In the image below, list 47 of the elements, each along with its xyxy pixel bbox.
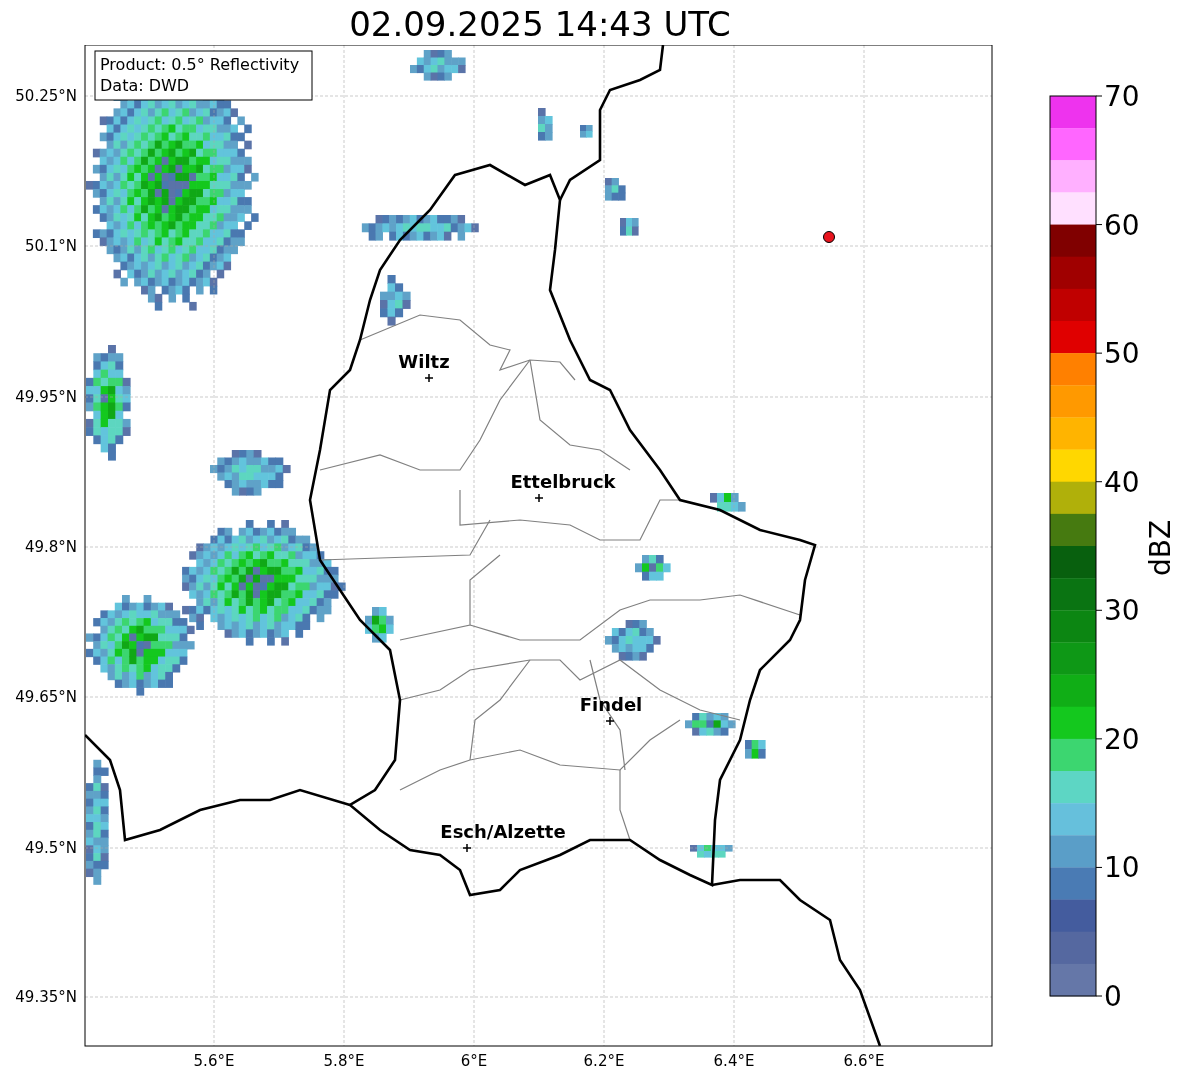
colorbar-tick-label: 30 [1104, 594, 1140, 628]
longitude-label: 6.2°E [583, 1052, 625, 1070]
colorbar-tick-label: 20 [1104, 722, 1140, 756]
longitude-label: 6.6°E [843, 1052, 885, 1070]
radar-echo [690, 845, 733, 858]
radar-echo [365, 607, 394, 643]
radar-echo [745, 740, 766, 759]
city-marker-icon [534, 493, 544, 503]
colorbar-tick-label: 50 [1104, 337, 1140, 371]
colorbar-tick-label: 70 [1104, 80, 1140, 113]
radar-echo [605, 620, 661, 661]
latitude-label: 49.65°N [15, 688, 77, 706]
radar-echo [635, 555, 671, 581]
latitude-label: 50.1°N [24, 237, 77, 255]
latitude-label: 50.25°N [15, 87, 77, 105]
colorbar-tick-label: 60 [1104, 208, 1140, 242]
chart-title: 02.09.2025 14:43 UTC [349, 3, 731, 45]
city-marker-icon [605, 716, 615, 726]
radar-echo [685, 713, 736, 736]
latitude-label: 49.95°N [15, 388, 77, 406]
radar-echo [605, 178, 626, 201]
longitude-label: 5.8°E [323, 1052, 365, 1070]
latitude-label: 49.35°N [15, 988, 77, 1006]
city-marker-icon [462, 843, 472, 853]
city-label: Wiltz [398, 351, 450, 372]
city-label: Esch/Alzette [440, 821, 566, 842]
latitude-label: 49.5°N [24, 839, 77, 857]
radar-echo [538, 108, 553, 141]
latitude-label: 49.8°N [24, 538, 77, 556]
radar-echo [380, 275, 411, 326]
colorbar-tick-label: 40 [1104, 465, 1140, 499]
city-label: Ettelbruck [510, 471, 616, 492]
colorbar-tick-label: 0 [1104, 980, 1122, 1013]
location-marker [823, 231, 835, 243]
colorbar-tick-label: 10 [1104, 851, 1140, 885]
colorbar-label: dBZ [1144, 519, 1177, 577]
longitude-label: 5.6°E [193, 1052, 235, 1070]
city-marker-icon [424, 373, 434, 383]
longitude-label: 6.4°E [713, 1052, 755, 1070]
radar-echo [620, 218, 639, 236]
radar-echo [410, 50, 466, 81]
radar-echo [710, 493, 746, 512]
longitude-label: 6°E [460, 1052, 488, 1070]
info-text: Product: 0.5° Reflectivity [100, 55, 300, 74]
info-text: Data: DWD [100, 76, 190, 95]
city-label: Findel [579, 694, 643, 715]
radar-echo [580, 125, 593, 138]
